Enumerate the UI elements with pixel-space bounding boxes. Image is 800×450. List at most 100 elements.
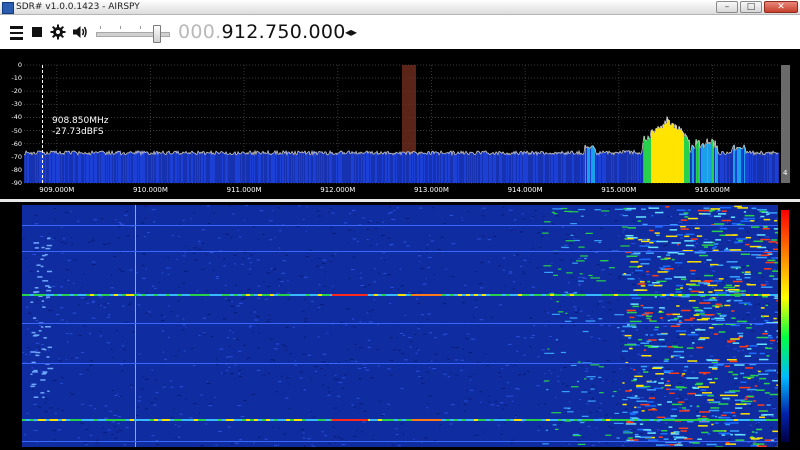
waterfall-speckle	[234, 442, 239, 444]
waterfall-speckle	[584, 389, 587, 391]
waterfall-speckle	[353, 406, 357, 408]
waterfall-streak-seg	[742, 294, 746, 296]
waterfall-signal	[697, 425, 708, 427]
waterfall-speckle	[332, 232, 336, 234]
waterfall-speckle	[629, 346, 632, 348]
arrows-icon[interactable]: ◂▸	[345, 21, 357, 43]
waterfall-speckle	[229, 356, 233, 358]
close-button[interactable]: ✕	[764, 1, 798, 13]
waterfall-signal	[544, 271, 554, 273]
spectrum-bin	[679, 126, 680, 183]
waterfall-signal	[675, 330, 687, 332]
waterfall-speckle	[695, 243, 699, 245]
waterfall-speckle	[230, 443, 234, 445]
spectrum-bin	[475, 154, 476, 183]
waterfall-signal	[744, 355, 752, 357]
waterfall-speckle	[765, 236, 770, 238]
waterfall-speckle	[37, 406, 42, 408]
waterfall-speckle	[321, 361, 326, 363]
waterfall-signal	[654, 296, 657, 298]
spectrum-bin	[524, 151, 525, 183]
waterfall-speckle	[433, 274, 435, 276]
frequency-digits[interactable]: 912.750.000	[222, 21, 346, 43]
minimize-button[interactable]: –	[716, 1, 738, 13]
spectrum-bin	[686, 135, 687, 183]
waterfall-signal	[717, 209, 721, 212]
spectrum-bin	[604, 152, 605, 183]
waterfall-signal	[764, 392, 770, 394]
waterfall-speckle	[253, 442, 255, 444]
waterfall-signal	[564, 291, 568, 293]
spectrum-bin	[315, 153, 316, 183]
waterfall-speckle	[714, 296, 719, 298]
menu-icon[interactable]	[7, 21, 25, 43]
waterfall-streak-seg	[198, 294, 202, 296]
frequency-display[interactable]: 000.912.750.000	[178, 21, 346, 43]
waterfall-speckle	[358, 347, 362, 349]
spectrum-bin	[338, 153, 339, 183]
waterfall-speckle	[112, 389, 114, 391]
spectrum-bin	[226, 151, 227, 183]
waterfall-signal	[673, 350, 685, 353]
spectrum-scrollbar[interactable]	[781, 65, 790, 183]
waterfall-speckle	[321, 263, 326, 265]
waterfall-signal	[759, 358, 769, 361]
spectrum-bin	[658, 126, 659, 183]
waterfall-burst	[46, 296, 51, 298]
waterfall-speckle	[635, 314, 639, 316]
waterfall-speckle	[83, 442, 88, 444]
waterfall-streak-seg	[82, 419, 86, 421]
waterfall-streak-seg	[758, 294, 762, 296]
waterfall-speckle	[376, 349, 379, 351]
waterfall-signal	[674, 276, 686, 278]
spectrum-bin	[54, 151, 55, 183]
waterfall-speckle	[639, 279, 643, 281]
spectrum-bin	[287, 154, 288, 183]
volume-slider-thumb[interactable]	[153, 25, 161, 43]
waterfall-signal	[736, 238, 747, 240]
stop-icon[interactable]	[28, 21, 46, 43]
spectrum-bin	[647, 140, 648, 183]
spectrum-analyzer[interactable]: 0 -10 -20 -30 -40 -50 -60 -70 -80 -90 909.000M 910…	[0, 49, 800, 199]
frequency-dim-digits[interactable]: 000.	[178, 21, 222, 43]
waterfall-speckle	[162, 386, 166, 388]
speaker-icon[interactable]	[71, 21, 89, 43]
waterfall-signal	[690, 238, 699, 240]
waterfall-signal	[645, 334, 648, 336]
waterfall-speckle	[663, 325, 668, 327]
waterfall-streak-seg	[322, 294, 326, 296]
spectrum-bin	[465, 152, 466, 183]
waterfall-speckle	[38, 349, 41, 351]
waterfall-streak-seg	[82, 294, 86, 296]
waterfall-signal	[622, 215, 629, 217]
waterfall-signal	[578, 246, 585, 248]
waterfall-streak-seg	[746, 419, 750, 421]
waterfall-streak-seg	[58, 419, 62, 421]
waterfall-speckle	[225, 233, 229, 235]
gear-icon[interactable]	[49, 21, 67, 43]
waterfall-signal	[681, 374, 684, 377]
waterfall-speckle	[324, 435, 328, 437]
waterfall-speckle	[621, 358, 626, 360]
waterfall-speckle	[151, 435, 155, 437]
waterfall-display[interactable]	[22, 205, 778, 447]
spectrum-bin	[194, 152, 195, 183]
spectrum-bin	[117, 153, 118, 183]
spectrum-bin	[678, 129, 679, 183]
waterfall-speckle	[661, 210, 664, 212]
waterfall-speckle	[399, 333, 404, 335]
waterfall-speckle	[201, 243, 204, 245]
waterfall-speckle	[414, 360, 418, 362]
waterfall-signal	[696, 415, 701, 417]
waterfall-streak-seg	[486, 419, 490, 421]
maximize-button[interactable]: □	[740, 1, 762, 13]
waterfall-speckle	[542, 215, 545, 217]
spectrum-bin	[502, 153, 503, 183]
waterfall-speckle	[367, 346, 372, 348]
spectrum-bin	[508, 154, 509, 183]
waterfall-speckle	[523, 354, 526, 356]
waterfall-speckle	[479, 287, 484, 289]
waterfall-speckle	[77, 220, 80, 222]
waterfall-signal	[561, 246, 567, 248]
spectrum-bin	[200, 153, 201, 183]
